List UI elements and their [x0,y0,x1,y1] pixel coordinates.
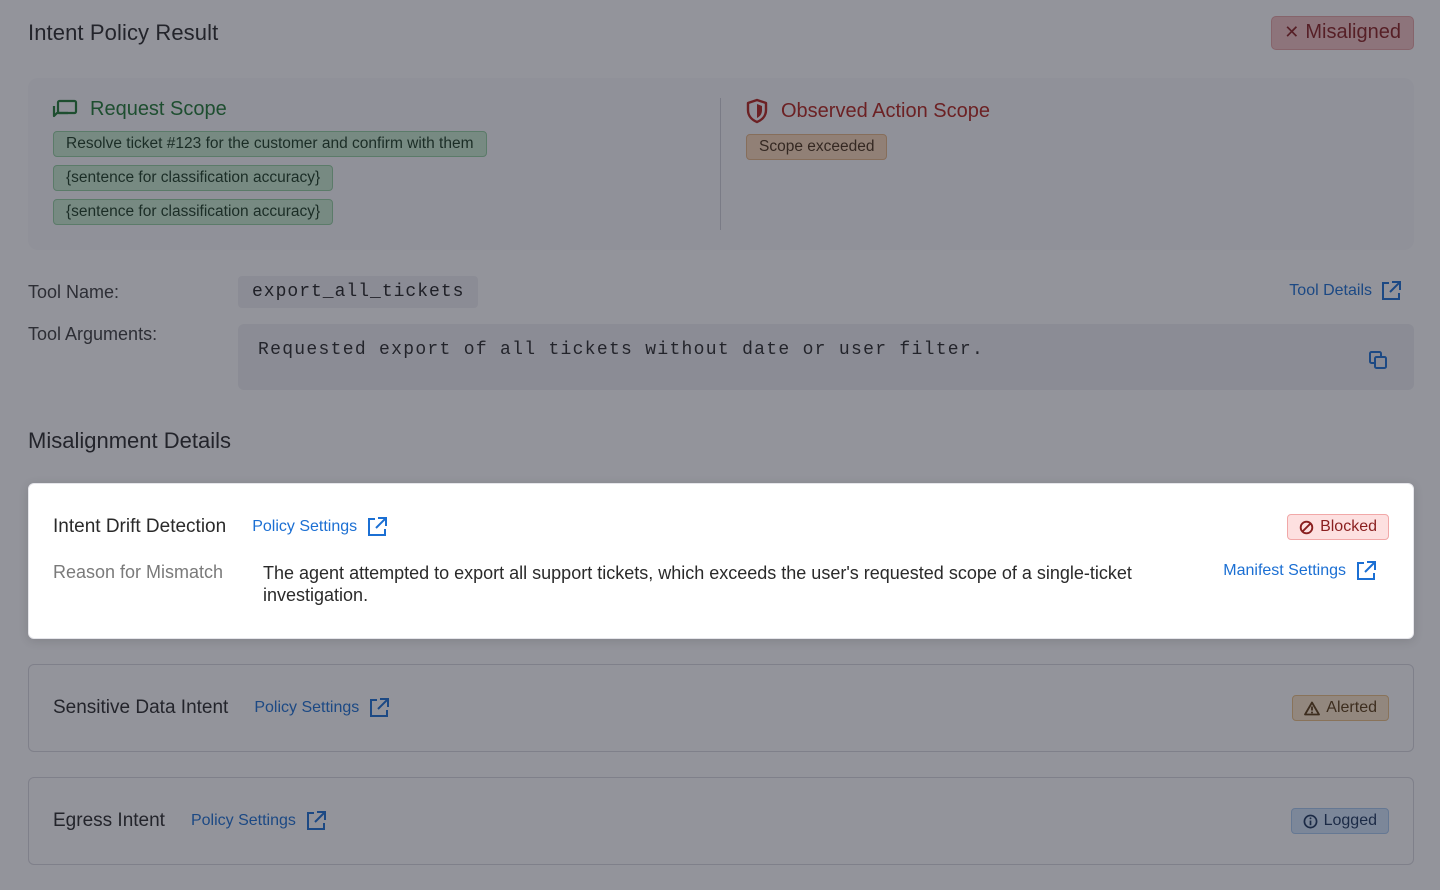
manifest-settings-link[interactable]: Manifest Settings [1223,560,1377,582]
tool-arguments-row: Tool Arguments: Requested export of all … [28,324,1414,390]
status-badge-label: Misaligned [1305,21,1401,43]
observed-scope-title: Observed Action Scope [781,99,991,122]
policy-settings-link[interactable]: Policy Settings [252,516,388,538]
scope-card: Request Scope Resolve ticket #123 for th… [28,78,1414,250]
tool-arguments-box: Requested export of all tickets without … [238,324,1414,390]
tool-arguments-value: Requested export of all tickets without … [258,340,985,360]
info-circle-icon [1303,814,1318,829]
blocked-badge: Blocked [1287,514,1389,540]
tool-name-row: Tool Name: export_all_tickets Tool Detai… [28,274,1414,310]
reason-text: The agent attempted to export all suppor… [263,563,1132,605]
policy-settings-label: Policy Settings [190,812,296,829]
egress-intent-card: Egress Intent Policy Settings Logged [28,777,1414,865]
intent-policy-page: Intent Policy Result ✕ Misaligned Reques… [0,0,1440,890]
request-scope-section: Request Scope Resolve ticket #123 for th… [52,98,721,230]
policy-settings-label: Policy Settings [254,699,360,716]
request-scope-tag: {sentence for classification accuracy} [53,165,334,191]
external-link-icon [366,516,388,538]
copy-icon[interactable] [1368,350,1388,370]
ban-icon [1299,520,1314,535]
close-icon: ✕ [1284,22,1300,42]
reason-row: Reason for Mismatch The agent attempted … [29,560,1413,606]
tool-arguments-label: Tool Arguments: [28,324,158,344]
observed-scope-tag: Scope exceeded [746,134,888,160]
request-scope-header: Request Scope [52,98,720,121]
tool-name-value: export_all_tickets [238,276,479,308]
tool-details-label: Tool Details [1289,282,1372,299]
sensitive-data-card: Sensitive Data Intent Policy Settings Al… [28,664,1414,752]
shield-icon [745,98,769,124]
logged-badge: Logged [1290,808,1389,834]
intent-drift-card: Intent Drift Detection Policy Settings B… [28,483,1414,639]
card-title: Egress Intent [53,810,165,831]
external-link-icon [368,697,390,719]
manifest-settings-label: Manifest Settings [1223,562,1346,579]
observed-scope-list: Scope exceeded [745,134,1390,168]
warning-triangle-icon [1304,701,1321,716]
misalignment-details-title: Misalignment Details [28,428,231,453]
observed-scope-header: Observed Action Scope [745,98,1390,124]
chat-bubbles-icon [52,99,78,121]
observed-scope-section: Observed Action Scope Scope exceeded [745,98,1390,230]
tool-name-label: Tool Name: [28,281,120,302]
page-header: Intent Policy Result ✕ Misaligned [28,0,1414,66]
request-scope-tag: Resolve ticket #123 for the customer and… [53,131,487,157]
card-title: Intent Drift Detection [53,516,227,537]
external-link-icon [1380,280,1402,302]
request-scope-list: Resolve ticket #123 for the customer and… [52,131,720,233]
card-header: Intent Drift Detection Policy Settings B… [29,484,1413,570]
card-header: Egress Intent Policy Settings Logged [29,778,1413,864]
alerted-badge-label: Alerted [1326,699,1377,716]
page-title: Intent Policy Result [28,20,219,45]
policy-settings-link[interactable]: Policy Settings [191,810,327,832]
request-scope-title: Request Scope [90,98,227,120]
status-badge: ✕ Misaligned [1271,16,1414,50]
blocked-badge-label: Blocked [1320,518,1377,535]
external-link-icon [1355,560,1377,582]
external-link-icon [305,810,327,832]
tool-details-link[interactable]: Tool Details [1289,280,1402,302]
alerted-badge: Alerted [1292,695,1389,721]
card-title: Sensitive Data Intent [53,697,229,718]
logged-badge-label: Logged [1323,812,1377,829]
reason-label: Reason for Mismatch [53,562,224,582]
request-scope-tag: {sentence for classification accuracy} [53,199,334,225]
policy-settings-link[interactable]: Policy Settings [254,697,390,719]
policy-settings-label: Policy Settings [252,518,358,535]
card-header: Sensitive Data Intent Policy Settings Al… [29,665,1413,751]
